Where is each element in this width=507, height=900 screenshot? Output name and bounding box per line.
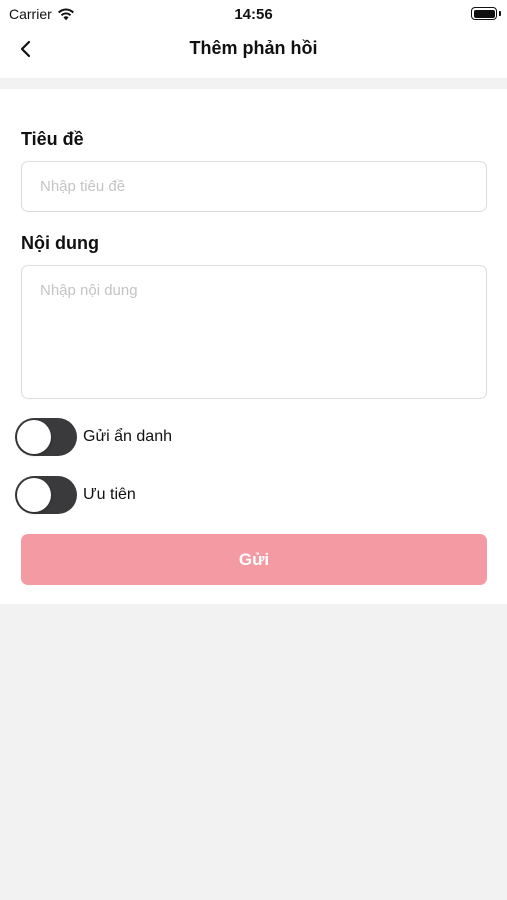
battery-tip	[499, 11, 501, 16]
priority-toggle-label: Ưu tiên	[83, 486, 136, 503]
content-textarea[interactable]	[21, 265, 487, 399]
toggle-knob	[17, 478, 51, 512]
page-title: Thêm phản hồi	[189, 38, 318, 58]
feedback-form: Tiêu đề Nội dung Gửi ẩn danh Ưu tiên Gửi	[0, 89, 507, 604]
content-label: Nội dung	[21, 233, 99, 253]
priority-toggle-row: Ưu tiên	[15, 476, 136, 514]
toggle-knob	[17, 420, 51, 454]
anonymous-toggle-label: Gửi ẩn danh	[83, 428, 172, 445]
battery-level	[473, 9, 495, 18]
nav-divider	[0, 78, 507, 89]
status-time: 14:56	[234, 6, 273, 23]
priority-toggle[interactable]	[15, 476, 77, 514]
status-bar: Carrier 14:56	[0, 0, 507, 28]
submit-button[interactable]: Gửi	[21, 534, 487, 585]
title-label: Tiêu đề	[21, 129, 84, 149]
anonymous-toggle[interactable]	[15, 418, 77, 456]
anonymous-toggle-row: Gửi ẩn danh	[15, 418, 172, 456]
nav-bar: Thêm phản hồi	[0, 28, 507, 78]
battery-icon	[471, 7, 497, 20]
title-input[interactable]	[21, 161, 487, 212]
